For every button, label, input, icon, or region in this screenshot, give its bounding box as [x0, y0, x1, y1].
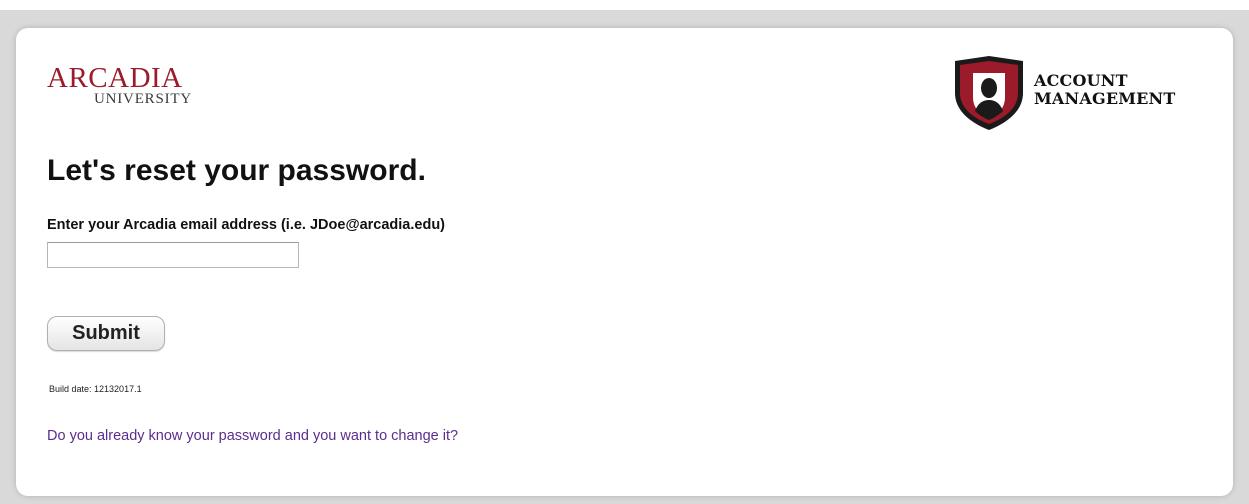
email-input[interactable]	[47, 242, 299, 268]
change-password-link[interactable]: Do you already know your password and yo…	[47, 427, 458, 445]
submit-button[interactable]: Submit	[47, 316, 165, 351]
logo-subtitle: UNIVERSITY	[94, 91, 192, 107]
reset-card: ARCADIA UNIVERSITY ACCOUNT MANAGEMENT Le…	[16, 28, 1233, 496]
build-date-text: Build date: 12132017.1	[49, 384, 142, 394]
top-strip	[0, 0, 1249, 10]
logo-line-management: MANAGEMENT	[1034, 89, 1176, 108]
logo-line-account: ACCOUNT	[1034, 71, 1128, 90]
page-title: Let's reset your password.	[47, 154, 426, 187]
account-management-text: ACCOUNT MANAGEMENT	[1034, 72, 1175, 108]
logo-wordmark: ARCADIA	[47, 62, 183, 94]
shield-user-icon	[955, 56, 1023, 130]
email-label: Enter your Arcadia email address (i.e. J…	[47, 217, 445, 233]
account-management-logo: ACCOUNT MANAGEMENT	[949, 55, 1209, 131]
arcadia-university-logo: ARCADIA UNIVERSITY	[47, 63, 247, 113]
